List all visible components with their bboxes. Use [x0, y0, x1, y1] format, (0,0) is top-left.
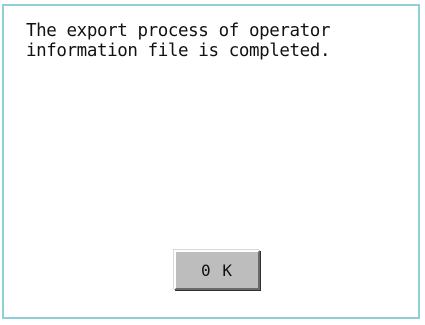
ok-button[interactable]: 0 K — [174, 250, 260, 290]
message-line-2: information file is completed. — [26, 41, 331, 61]
ok-button-label: 0 K — [201, 260, 233, 280]
completion-message: The export process of operator informati… — [26, 21, 406, 61]
message-line-1: The export process of operator — [26, 21, 331, 41]
export-complete-dialog: The export process of operator informati… — [2, 4, 420, 319]
